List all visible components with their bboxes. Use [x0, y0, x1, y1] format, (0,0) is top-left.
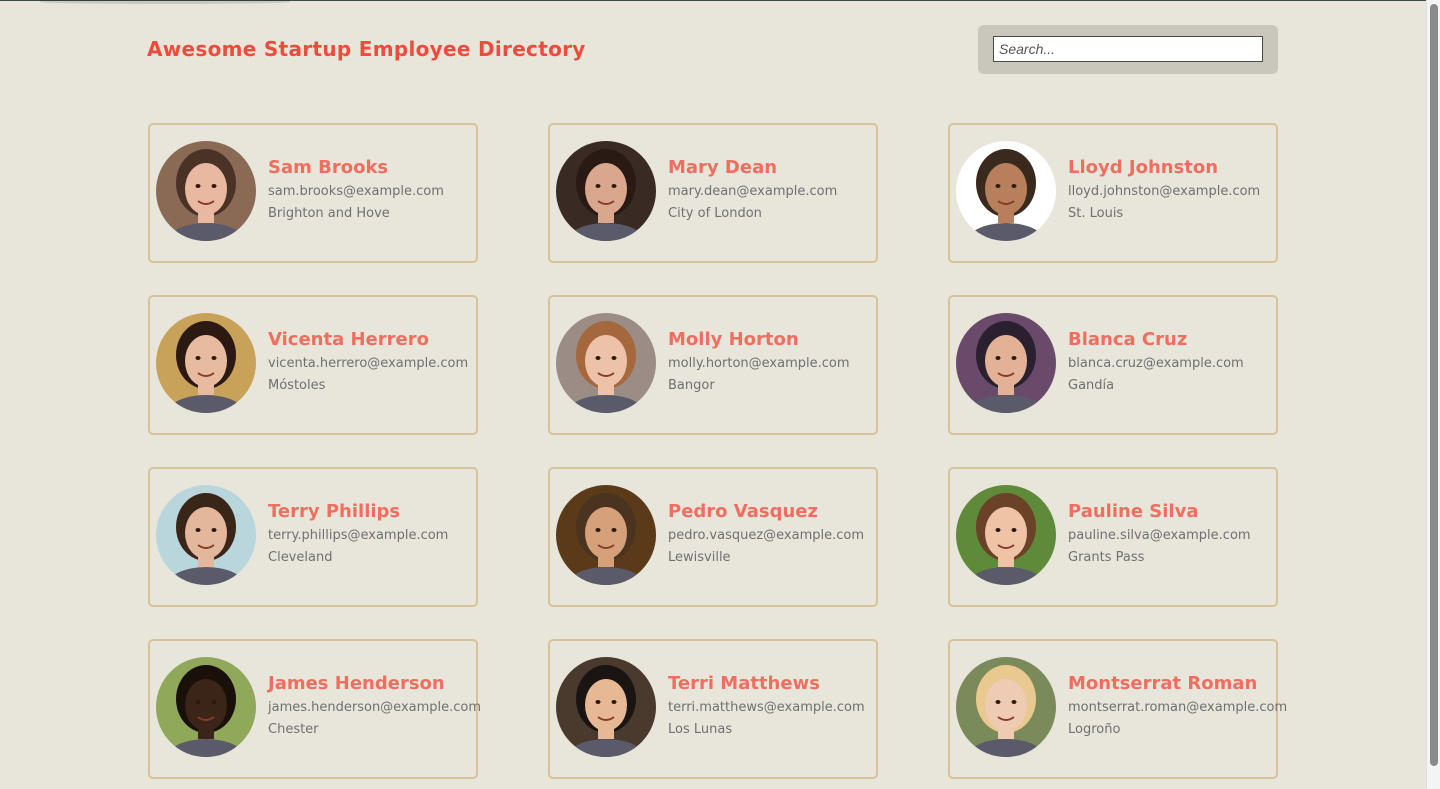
employee-info: Blanca Cruz blanca.cruz@example.com Gandía: [1068, 329, 1273, 395]
employee-card[interactable]: Mary Dean mary.dean@example.com City of Lo…: [548, 123, 878, 263]
employee-city: Grants Pass: [1068, 550, 1145, 565]
employee-city: Cleveland: [268, 550, 333, 565]
employee-info: Terri Matthews terri.matthews@example.com…: [668, 673, 873, 739]
employee-info: Terry Phillips terry.phillips@example.com…: [268, 501, 473, 567]
employee-info: Sam Brooks sam.brooks@example.com Brighton…: [268, 157, 473, 223]
employee-info: Mary Dean mary.dean@example.com City of Lo…: [668, 157, 873, 223]
employee-avatar: [556, 657, 656, 757]
employee-info: Pauline Silva pauline.silva@example.com Gr…: [1068, 501, 1273, 567]
employee-avatar: [156, 657, 256, 757]
employee-name: Pedro Vasquez: [668, 501, 818, 522]
employee-email: mary.dean@example.com: [668, 184, 838, 199]
employee-city: Bangor: [668, 378, 715, 393]
employee-card[interactable]: Montserrat Roman montserrat.roman@example…: [948, 639, 1288, 779]
employee-avatar: [956, 313, 1056, 413]
employee-avatar: [956, 657, 1056, 757]
employee-avatar: [556, 141, 656, 241]
employee-city: Lewisville: [668, 550, 731, 565]
employee-name: James Henderson: [268, 673, 445, 694]
employee-city: Brighton and Hove: [268, 206, 390, 221]
employee-avatar: [156, 485, 256, 585]
employee-name: Mary Dean: [668, 157, 778, 178]
employee-card[interactable]: Pauline Silva pauline.silva@example.com Gr…: [948, 467, 1278, 607]
employee-email: montserrat.roman@example.com: [1068, 700, 1288, 715]
employee-info: Montserrat Roman montserrat.roman@example…: [1068, 673, 1288, 739]
employee-email: sam.brooks@example.com: [268, 184, 444, 199]
employee-name: Montserrat Roman: [1068, 673, 1258, 694]
search-container: [978, 25, 1278, 74]
employee-name: Pauline Silva: [1068, 501, 1199, 522]
employee-info: Vicenta Herrero vicenta.herrero@example.c…: [268, 329, 473, 395]
employee-card[interactable]: Terry Phillips terry.phillips@example.com…: [148, 467, 478, 607]
employee-city: Logroño: [1068, 722, 1121, 737]
employee-email: pedro.vasquez@example.com: [668, 528, 865, 543]
employee-card[interactable]: Sam Brooks sam.brooks@example.com Brighton…: [148, 123, 478, 263]
employee-city: Los Lunas: [668, 722, 733, 737]
employee-card[interactable]: Blanca Cruz blanca.cruz@example.com Gandía: [948, 295, 1278, 435]
employee-name: Molly Horton: [668, 329, 799, 350]
employee-email: pauline.silva@example.com: [1068, 528, 1251, 543]
employee-name: Sam Brooks: [268, 157, 389, 178]
page-title: Awesome Startup Employee Directory: [147, 37, 586, 61]
employee-city: Gandía: [1068, 378, 1115, 393]
employee-avatar: [956, 141, 1056, 241]
employee-card[interactable]: Terri Matthews terri.matthews@example.com…: [548, 639, 878, 779]
employee-city: Móstoles: [268, 378, 326, 393]
employee-city: City of London: [668, 206, 762, 221]
employee-email: james.henderson@example.com: [268, 700, 482, 715]
employee-email: molly.horton@example.com: [668, 356, 850, 371]
employee-info: James Henderson james.henderson@example.c…: [268, 673, 482, 739]
employee-avatar: [556, 313, 656, 413]
employee-info: Molly Horton molly.horton@example.com Bang…: [668, 329, 873, 395]
employee-info: Pedro Vasquez pedro.vasquez@example.com Le…: [668, 501, 873, 567]
employee-card[interactable]: James Henderson james.henderson@example.c…: [148, 639, 482, 779]
employee-card[interactable]: Vicenta Herrero vicenta.herrero@example.c…: [148, 295, 478, 435]
scrollbar-thumb[interactable]: [1430, 4, 1438, 766]
employee-name: Terri Matthews: [668, 673, 820, 694]
employee-email: terri.matthews@example.com: [668, 700, 865, 715]
employee-avatar: [556, 485, 656, 585]
employee-avatar: [156, 313, 256, 413]
employee-email: blanca.cruz@example.com: [1068, 356, 1244, 371]
top-shadow: [40, 0, 290, 4]
employee-info: Lloyd Johnston lloyd.johnston@example.com…: [1068, 157, 1273, 223]
employee-card[interactable]: Lloyd Johnston lloyd.johnston@example.com…: [948, 123, 1278, 263]
employee-email: vicenta.herrero@example.com: [268, 356, 469, 371]
employee-card[interactable]: Pedro Vasquez pedro.vasquez@example.com Le…: [548, 467, 878, 607]
search-input[interactable]: [993, 36, 1263, 62]
employee-city: St. Louis: [1068, 206, 1124, 221]
employee-card[interactable]: Molly Horton molly.horton@example.com Bang…: [548, 295, 878, 435]
employee-name: Lloyd Johnston: [1068, 157, 1219, 178]
vertical-scrollbar[interactable]: [1426, 0, 1440, 789]
employee-avatar: [156, 141, 256, 241]
employee-name: Vicenta Herrero: [268, 329, 429, 350]
employee-email: terry.phillips@example.com: [268, 528, 449, 543]
employee-name: Blanca Cruz: [1068, 329, 1188, 350]
employee-name: Terry Phillips: [268, 501, 401, 522]
employee-email: lloyd.johnston@example.com: [1068, 184, 1261, 199]
employee-city: Chester: [268, 722, 319, 737]
employee-avatar: [956, 485, 1056, 585]
